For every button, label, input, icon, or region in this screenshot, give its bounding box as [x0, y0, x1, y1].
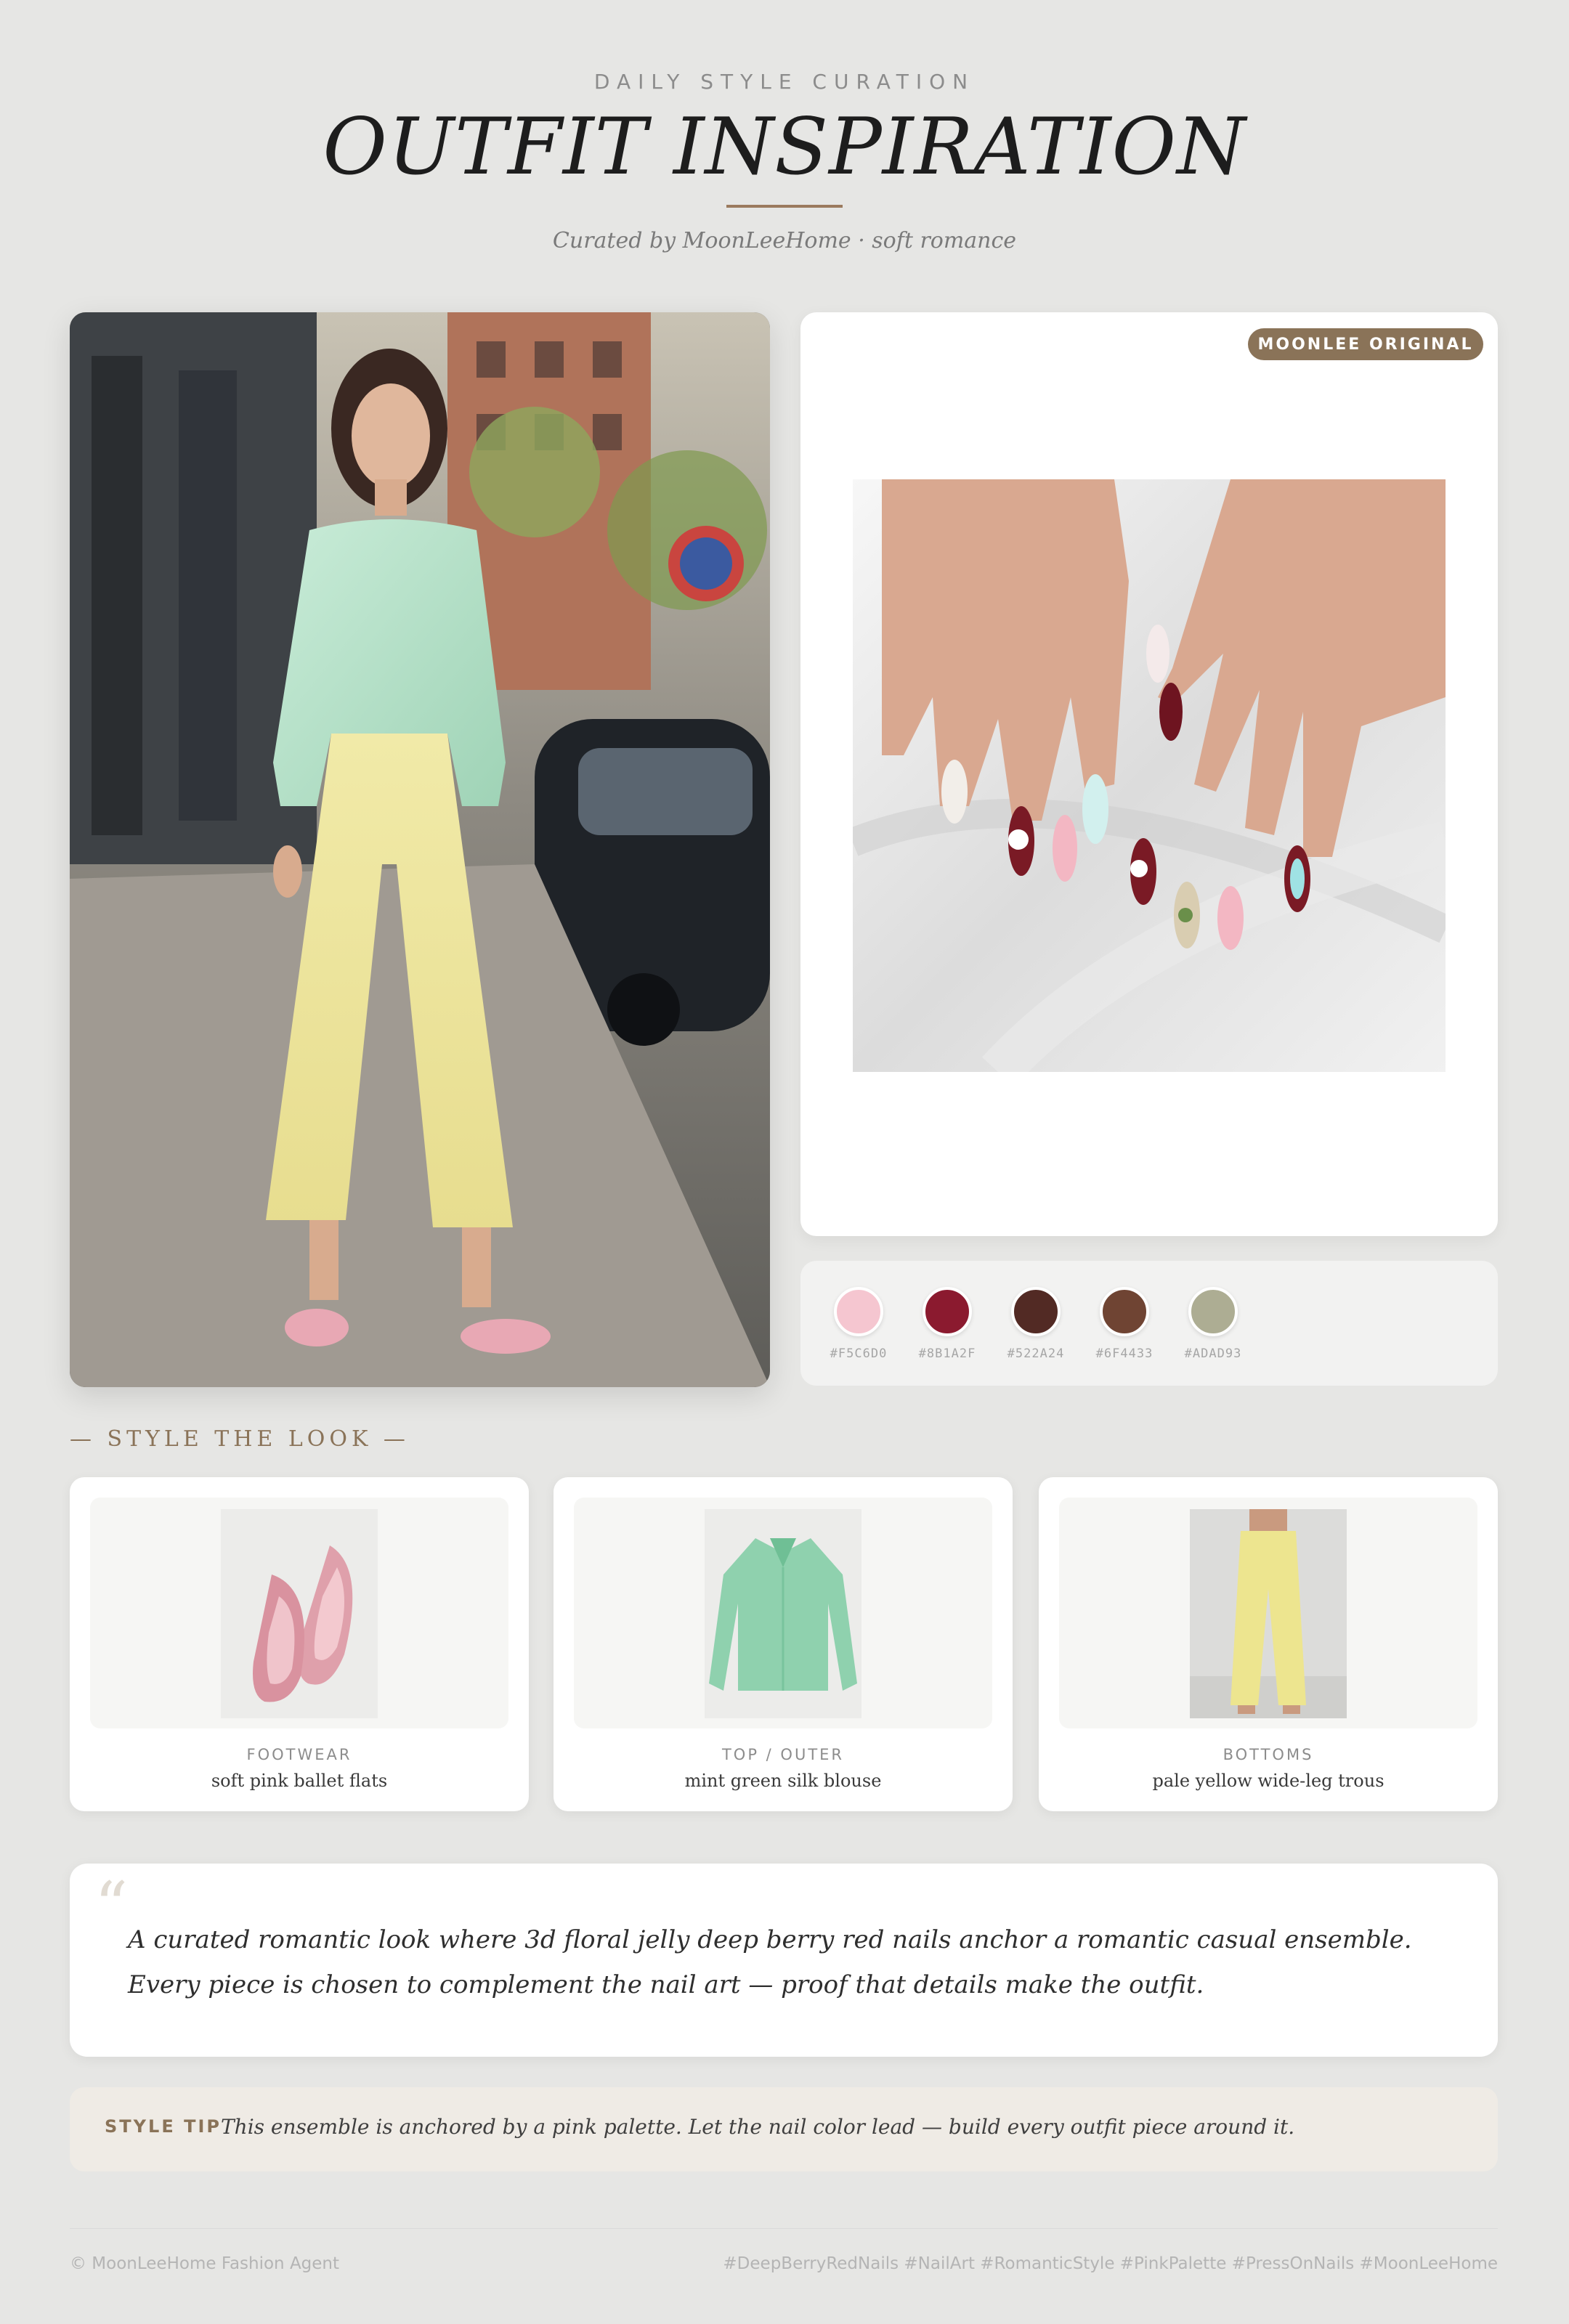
color-swatch — [923, 1287, 972, 1336]
outfit-photo — [70, 312, 770, 1387]
color-swatch — [1188, 1287, 1238, 1336]
ballet-flats-icon — [221, 1509, 378, 1718]
swatch-hex-label: #F5C6D0 — [830, 1346, 888, 1361]
blouse-icon — [705, 1509, 861, 1718]
look-item-image-frame — [1059, 1498, 1477, 1728]
quote-text: A curated romantic look where 3d floral … — [128, 1925, 1412, 1999]
nail-art-illustration — [853, 479, 1446, 1072]
style-tip-text: This ensemble is anchored by a pink pale… — [221, 2115, 1295, 2139]
nail-art-photo — [853, 479, 1446, 1072]
look-item-card[interactable]: BOTTOMS pale yellow wide-leg trous — [1039, 1477, 1498, 1811]
color-swatch — [1011, 1287, 1061, 1336]
quote-mark-icon: “ — [94, 1868, 129, 1944]
look-item-image-frame — [574, 1498, 992, 1728]
page-title: OUTFIT INSPIRATION — [323, 102, 1246, 192]
look-item-category: BOTTOMS — [1223, 1746, 1314, 1763]
look-item-description: pale yellow wide-leg trous — [1152, 1771, 1384, 1791]
trousers-icon — [1190, 1509, 1347, 1718]
swatch-hex-label: #ADAD93 — [1184, 1346, 1242, 1361]
look-item-card[interactable]: TOP / OUTER mint green silk blouse — [554, 1477, 1013, 1811]
style-tip-label: STYLE TIP — [105, 2116, 222, 2137]
original-badge: MOONLEE ORIGINAL — [1248, 328, 1483, 360]
swatch-hex-label: #6F4433 — [1095, 1346, 1154, 1361]
title-divider — [726, 205, 843, 208]
swatch-hex-label: #522A24 — [1007, 1346, 1065, 1361]
section-heading-style-the-look: — STYLE THE LOOK — — [70, 1426, 410, 1452]
look-item-description: soft pink ballet flats — [211, 1771, 388, 1791]
footer-hashtags[interactable]: #DeepBerryRedNails #NailArt #RomanticSty… — [723, 2254, 1498, 2273]
outfit-photo-illustration — [70, 312, 770, 1387]
look-item-image-frame — [90, 1498, 508, 1728]
footer-copyright: © MoonLeeHome Fashion Agent — [70, 2254, 340, 2273]
page-subtitle: Curated by MoonLeeHome · soft romance — [552, 228, 1017, 253]
color-palette — [800, 1261, 1498, 1386]
footer-divider — [70, 2228, 1498, 2229]
look-item-category: FOOTWEAR — [246, 1746, 352, 1763]
color-swatch — [1100, 1287, 1149, 1336]
page-eyebrow: DAILY STYLE CURATION — [593, 70, 976, 94]
look-item-card[interactable]: FOOTWEAR soft pink ballet flats — [70, 1477, 529, 1811]
look-item-category: TOP / OUTER — [721, 1746, 845, 1763]
color-swatch — [834, 1287, 883, 1336]
look-item-description: mint green silk blouse — [684, 1771, 882, 1791]
swatch-hex-label: #8B1A2F — [918, 1346, 976, 1361]
